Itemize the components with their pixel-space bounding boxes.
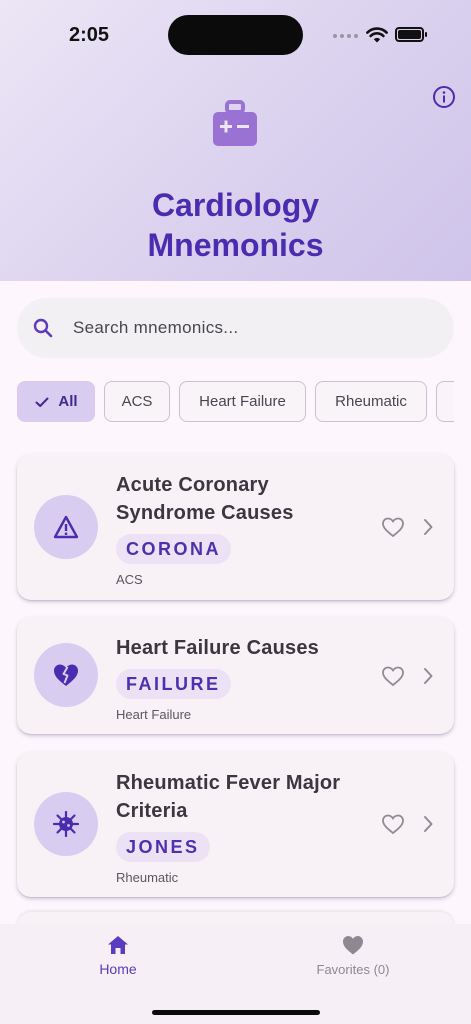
filter-chip-label: ACS <box>121 393 153 410</box>
nav-home-label: Home <box>99 961 137 977</box>
card-category: Heart Failure <box>116 707 192 722</box>
nav-favorites-label: Favorites (0) <box>316 962 390 977</box>
search-icon <box>33 318 53 338</box>
favorite-heart-icon[interactable] <box>381 665 405 687</box>
filter-chips: All ACS Heart Failure Rheumatic <box>17 381 454 423</box>
filter-chip-label: Heart Failure <box>199 393 286 410</box>
home-indicator <box>152 1010 320 1015</box>
mnemonic-card[interactable]: Acute Coronary Syndrome Causes CORONA AC… <box>17 454 454 600</box>
dynamic-island <box>168 15 303 55</box>
nav-favorites[interactable]: Favorites (0) <box>283 934 423 977</box>
card-avatar <box>34 495 98 559</box>
status-time: 2:05 <box>69 24 110 46</box>
card-text: Rheumatic Fever Major Criteria JONES Rhe… <box>116 769 346 885</box>
mnemonic-tag: CORONA <box>116 534 231 564</box>
card-avatar <box>34 792 98 856</box>
filter-chip-label: All <box>58 393 78 410</box>
wifi-icon <box>366 27 388 43</box>
chevron-right-icon[interactable] <box>422 518 434 536</box>
filter-chip-rheumatic[interactable]: Rheumatic <box>315 381 427 422</box>
check-icon <box>35 397 49 407</box>
home-icon <box>108 936 128 954</box>
medical-kit-icon <box>213 100 257 146</box>
card-avatar <box>34 643 98 707</box>
search-input[interactable] <box>73 298 433 358</box>
page-title: Cardiology Mnemonics <box>0 185 471 265</box>
filter-chip-label: Rheumatic <box>335 393 407 410</box>
filter-chip-more[interactable] <box>436 381 454 422</box>
mnemonic-tag: JONES <box>116 832 210 862</box>
card-category: ACS <box>116 572 143 587</box>
card-title: Heart Failure Causes <box>116 637 319 659</box>
mnemonic-card[interactable]: Rheumatic Fever Major Criteria JONES Rhe… <box>17 752 454 897</box>
broken-heart-icon <box>54 664 78 686</box>
status-icons <box>333 24 433 48</box>
filter-chip-acs[interactable]: ACS <box>104 381 170 422</box>
virus-icon <box>52 810 80 838</box>
nav-home[interactable]: Home <box>48 934 188 977</box>
favorite-heart-icon[interactable] <box>381 516 405 538</box>
favorite-heart-icon[interactable] <box>381 813 405 835</box>
card-title: Rheumatic Fever Major Criteria <box>116 772 341 822</box>
filter-chip-heart-failure[interactable]: Heart Failure <box>179 381 306 422</box>
signal-dots-icon <box>333 34 359 39</box>
card-title: Acute Coronary Syndrome Causes <box>116 474 294 524</box>
mnemonic-tag: FAILURE <box>116 669 231 699</box>
filter-chip-all[interactable]: All <box>17 381 95 422</box>
info-button[interactable] <box>432 85 456 109</box>
mnemonic-card[interactable]: Heart Failure Causes FAILURE Heart Failu… <box>17 617 454 734</box>
bottom-navigation: Home Favorites (0) <box>0 924 471 1024</box>
card-text: Heart Failure Causes FAILURE Heart Failu… <box>116 634 346 722</box>
card-category: Rheumatic <box>116 870 179 885</box>
app-header: 2:05 Cardiology Mnemonics <box>0 0 471 281</box>
page-title-line1: Cardiology <box>151 187 320 223</box>
page-title-line2: Mnemonics <box>147 227 324 263</box>
search-bar[interactable] <box>17 298 454 358</box>
info-icon <box>433 86 455 108</box>
chevron-right-icon[interactable] <box>422 815 434 833</box>
warning-icon <box>53 515 79 539</box>
battery-icon <box>395 27 427 42</box>
chevron-right-icon[interactable] <box>422 667 434 685</box>
heart-icon <box>343 936 363 955</box>
card-text: Acute Coronary Syndrome Causes CORONA AC… <box>116 471 346 587</box>
